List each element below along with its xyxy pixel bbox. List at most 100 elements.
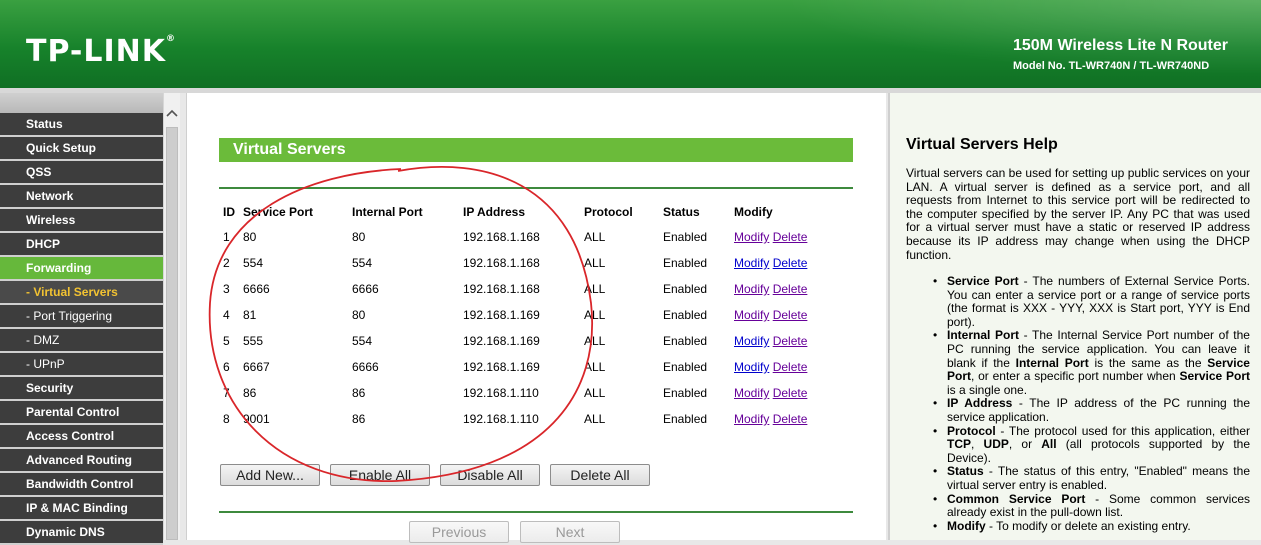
sidebar-item-access-control[interactable]: Access Control	[0, 425, 163, 449]
cell-id: 2	[223, 256, 230, 270]
cell-protocol: ALL	[584, 308, 606, 322]
col-header-internal-port: Internal Port	[352, 205, 423, 219]
help-term: Status	[947, 464, 984, 479]
cell-internal-port: 80	[352, 230, 366, 244]
cell-status: Enabled	[663, 230, 708, 244]
cell-ip-address: 192.168.1.168	[463, 256, 540, 270]
sidebar-item-quick-setup[interactable]: Quick Setup	[0, 137, 163, 161]
help-text: is the same as the	[1088, 355, 1208, 370]
cell-actions: Modify Delete	[734, 302, 824, 328]
help-term: UDP	[983, 437, 1009, 452]
sidebar-item-forwarding[interactable]: Forwarding	[0, 257, 163, 281]
sidebar-item-virtual-servers[interactable]: - Virtual Servers	[0, 281, 163, 305]
modify-link[interactable]: Modify	[734, 386, 769, 400]
disable-all-button[interactable]: Disable All	[440, 464, 540, 486]
help-item-service-port: Service Port - The numbers of External S…	[933, 274, 1250, 329]
table-row: 1 80 80 192.168.1.168 ALL Enabled Modify…	[219, 224, 824, 250]
cell-id: 5	[223, 334, 230, 348]
modify-link[interactable]: Modify	[734, 256, 769, 270]
help-text: - The status of this entry, "Enabled" me…	[947, 464, 1250, 492]
table-row: 5 555 554 192.168.1.169 ALL Enabled Modi…	[219, 328, 824, 354]
cell-status: Enabled	[663, 360, 708, 374]
virtual-servers-table: ID Service Port Internal Port IP Address…	[219, 200, 824, 432]
sidebar-item-upnp[interactable]: - UPnP	[0, 353, 163, 377]
cell-service-port: 9001	[243, 412, 270, 426]
cell-protocol: ALL	[584, 230, 606, 244]
product-name: 150M Wireless Lite N Router	[1012, 37, 1228, 54]
divider-top	[219, 187, 853, 189]
cell-status: Enabled	[663, 256, 708, 270]
sidebar-item-network[interactable]: Network	[0, 185, 163, 209]
table-row: 8 9001 86 192.168.1.110 ALL Enabled Modi…	[219, 406, 824, 432]
cell-protocol: ALL	[584, 360, 606, 374]
cell-ip-address: 192.168.1.168	[463, 282, 540, 296]
help-term: Internal Port	[1015, 355, 1089, 370]
cell-ip-address: 192.168.1.110	[463, 386, 539, 400]
sidebar-item-security[interactable]: Security	[0, 377, 163, 401]
help-term: IP Address	[947, 396, 1013, 411]
delete-all-button[interactable]: Delete All	[550, 464, 650, 486]
sidebar-item-status[interactable]: Status	[0, 113, 163, 137]
sidebar-item-advanced-routing[interactable]: Advanced Routing	[0, 449, 163, 473]
help-term: Modify	[947, 518, 986, 533]
help-term: Service Port	[1179, 369, 1250, 384]
modify-link[interactable]: Modify	[734, 334, 769, 348]
cell-actions: Modify Delete	[734, 250, 824, 276]
help-text: - The protocol used for this application…	[995, 423, 1250, 438]
delete-link[interactable]: Delete	[773, 360, 808, 374]
add-new-button[interactable]: Add New...	[220, 464, 320, 486]
help-item-ip-address: IP Address - The IP address of the PC ru…	[933, 397, 1250, 424]
cell-service-port: 555	[243, 334, 264, 348]
sidebar-scrollbar[interactable]	[163, 93, 180, 540]
cell-actions: Modify Delete	[734, 328, 824, 354]
tp-link-logo: TP-LINK®	[26, 34, 177, 69]
modify-link[interactable]: Modify	[734, 230, 769, 244]
cell-ip-address: 192.168.1.169	[463, 334, 540, 348]
cell-status: Enabled	[663, 412, 708, 426]
sidebar-item-wireless[interactable]: Wireless	[0, 209, 163, 233]
modify-link[interactable]: Modify	[734, 308, 769, 322]
modify-link[interactable]: Modify	[734, 412, 769, 426]
cell-id: 6	[223, 360, 230, 374]
cell-protocol: ALL	[584, 334, 606, 348]
col-header-ip-address: IP Address	[463, 205, 526, 219]
help-item-modify: Modify - To modify or delete an existing…	[933, 518, 1250, 534]
scroll-thumb[interactable]	[166, 127, 178, 540]
sidebar-item-dynamic-dns[interactable]: Dynamic DNS	[0, 521, 163, 545]
delete-link[interactable]: Delete	[773, 282, 808, 296]
cell-service-port: 81	[243, 308, 257, 322]
sidebar-item-ip-mac-binding[interactable]: IP & MAC Binding	[0, 497, 163, 521]
delete-link[interactable]: Delete	[773, 412, 808, 426]
table-row: 2 554 554 192.168.1.168 ALL Enabled Modi…	[219, 250, 824, 276]
cell-service-port: 6667	[243, 360, 270, 374]
delete-link[interactable]: Delete	[773, 308, 808, 322]
sidebar-item-port-triggering[interactable]: - Port Triggering	[0, 305, 163, 329]
sidebar-item-parental-control[interactable]: Parental Control	[0, 401, 163, 425]
page-title: Virtual Servers	[219, 138, 853, 162]
sidebar-item-dmz[interactable]: - DMZ	[0, 329, 163, 353]
delete-link[interactable]: Delete	[773, 386, 808, 400]
delete-link[interactable]: Delete	[773, 230, 808, 244]
cell-protocol: ALL	[584, 412, 606, 426]
delete-link[interactable]: Delete	[773, 256, 808, 270]
delete-link[interactable]: Delete	[773, 334, 808, 348]
sidebar-item-qss[interactable]: QSS	[0, 161, 163, 185]
cell-actions: Modify Delete	[734, 380, 824, 406]
modify-link[interactable]: Modify	[734, 282, 769, 296]
header-banner: TP-LINK® 150M Wireless Lite N Router Mod…	[0, 0, 1261, 88]
cell-internal-port: 86	[352, 386, 366, 400]
help-text: , or	[1008, 437, 1042, 452]
enable-all-button[interactable]: Enable All	[330, 464, 430, 486]
sidebar-item-dhcp[interactable]: DHCP	[0, 233, 163, 257]
table-row: 4 81 80 192.168.1.169 ALL Enabled Modify…	[219, 302, 824, 328]
scroll-up-arrow-icon[interactable]	[166, 107, 178, 121]
modify-link[interactable]: Modify	[734, 360, 769, 374]
cell-protocol: ALL	[584, 386, 606, 400]
col-header-protocol: Protocol	[584, 205, 633, 219]
cell-id: 4	[223, 308, 230, 322]
help-item-protocol: Protocol - The protocol used for this ap…	[933, 423, 1250, 466]
cell-status: Enabled	[663, 282, 708, 296]
help-term: All	[1041, 437, 1057, 452]
sidebar-item-bandwidth-control[interactable]: Bandwidth Control	[0, 473, 163, 497]
help-text: is a single one.	[947, 382, 1028, 397]
